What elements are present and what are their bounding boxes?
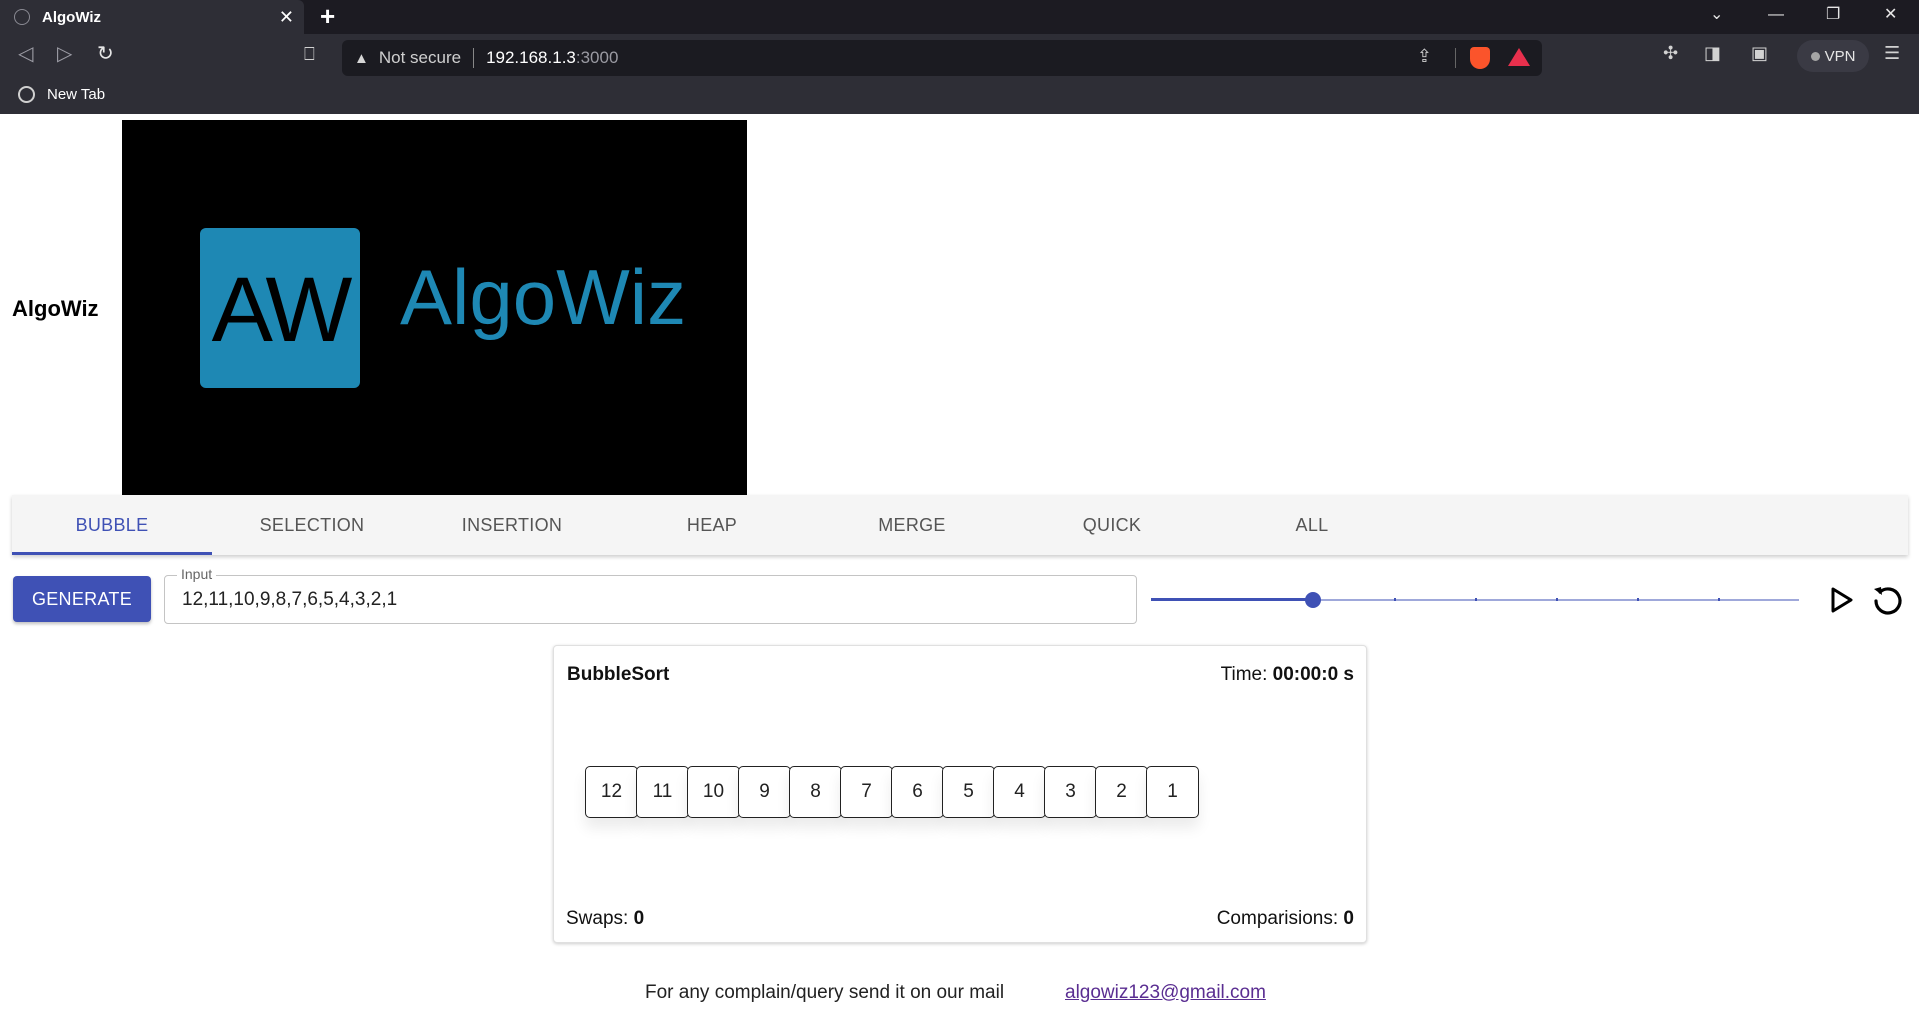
footer-email-link[interactable]: algowiz123@gmail.com [1065, 982, 1266, 1004]
share-icon[interactable]: ⇪ [1417, 46, 1432, 67]
window-close-icon[interactable]: ✕ [1884, 5, 1897, 25]
slider-mark [1556, 598, 1558, 601]
active-tab-indicator [12, 552, 212, 555]
new-tab-button[interactable]: + [320, 2, 335, 30]
tab-quick[interactable]: QUICK [1012, 495, 1212, 555]
array-cell: 6 [891, 766, 944, 818]
close-tab-icon[interactable]: ✕ [279, 7, 294, 27]
bookmark-label: New Tab [47, 86, 106, 103]
vpn-status-icon [1810, 51, 1820, 61]
array-cell: 1 [1146, 766, 1199, 818]
array-cell: 10 [687, 766, 740, 818]
time-label: Time: [1220, 664, 1273, 685]
brave-shields-icon[interactable] [1470, 47, 1490, 69]
timer: Time: 00:00:0 s [1221, 664, 1354, 686]
sort-card: BubbleSort Time: 00:00:0 s 12 11 10 9 8 7 6 5 4 3… [553, 645, 1367, 943]
play-icon[interactable] [1826, 585, 1856, 615]
slider-mark [1637, 598, 1639, 601]
array-cell: 4 [993, 766, 1046, 818]
browser-tab[interactable]: AlgoWiz ✕ [0, 0, 304, 34]
page-content: AlgoWiz AW AlgoWiz BUBBLE SELECTION INSERT… [0, 120, 1919, 1013]
slider-mark [1232, 598, 1234, 601]
tab-all[interactable]: ALL [1212, 495, 1412, 555]
slider-mark [1475, 598, 1477, 601]
comparisons-counter: Comparisions: 0 [1217, 908, 1354, 930]
minimize-icon[interactable]: — [1768, 5, 1784, 25]
tab-bubble[interactable]: BUBBLE [12, 495, 212, 555]
tab-search-icon[interactable]: ⌄ [1710, 5, 1723, 25]
comparisons-label: Comparisions: [1216, 908, 1344, 929]
url-port: :3000 [575, 48, 619, 67]
slider-thumb[interactable] [1305, 592, 1321, 608]
comparisons-value: 0 [1343, 908, 1354, 929]
array-cell: 2 [1095, 766, 1148, 818]
speed-slider[interactable] [1151, 586, 1799, 614]
url-divider [1455, 48, 1456, 68]
address-bar[interactable]: ▲ Not secure 192.168.1.3 :3000 ⇪ [342, 40, 1542, 76]
reload-icon[interactable]: ↻ [97, 42, 114, 66]
swaps-value: 0 [633, 908, 645, 929]
input-value[interactable]: 12,11,10,9,8,7,6,5,4,3,2,1 [182, 589, 397, 611]
logo-mark: AW [200, 228, 360, 388]
slider-mark [1394, 598, 1396, 601]
array-cell: 7 [840, 766, 893, 818]
footer-text: For any complain/query send it on our ma… [645, 982, 1005, 1003]
url-separator [473, 48, 475, 68]
extensions-icon[interactable]: ✣ [1663, 43, 1678, 64]
replay-icon-arrow [1874, 587, 1882, 595]
logo: AW AlgoWiz [122, 120, 747, 495]
array-cell: 3 [1044, 766, 1097, 818]
generate-button[interactable]: GENERATE [13, 576, 151, 622]
bookmark-icon[interactable]: ⎕ [304, 42, 315, 66]
array-cell: 12 [585, 766, 638, 818]
array-cell: 11 [636, 766, 689, 818]
logo-wordmark: AlgoWiz [400, 253, 687, 341]
array-cell: 9 [738, 766, 791, 818]
url-host: 192.168.1.3 [486, 48, 576, 67]
vpn-label: VPN [1824, 47, 1856, 65]
tab-selection[interactable]: SELECTION [212, 495, 412, 555]
replay-icon[interactable] [1871, 583, 1905, 617]
brand-name: AlgoWiz [12, 296, 99, 321]
array-row: 12 11 10 9 8 7 6 5 4 3 2 1 [585, 766, 1199, 818]
array-cell: 5 [942, 766, 995, 818]
wallet-icon[interactable]: ▣ [1751, 43, 1768, 64]
tab-insertion[interactable]: INSERTION [412, 495, 612, 555]
browser-tab-bar: AlgoWiz ✕ + ⌄ — ❐ ✕ [0, 0, 1919, 34]
menu-icon[interactable]: ☰ [1884, 43, 1900, 64]
forward-icon[interactable]: ▷ [57, 42, 72, 66]
card-title: BubbleSort [567, 664, 670, 685]
tab-title: AlgoWiz [42, 8, 102, 26]
algorithm-tabs: BUBBLE SELECTION INSERTION HEAP MERGE QUICK AL… [12, 495, 1908, 555]
swaps-label: Swaps: [566, 908, 634, 929]
swaps-counter: Swaps: 0 [566, 908, 644, 930]
brave-rewards-icon[interactable] [1508, 48, 1530, 66]
browser-toolbar: ◁ ▷ ↻ ⎕ ▲ Not secure 192.168.1.3 :3000 ⇪… [0, 34, 1919, 114]
play-icon-shape [1831, 587, 1853, 613]
logo-mark-text: AW [211, 259, 353, 361]
warning-icon[interactable]: ▲ [354, 50, 369, 67]
slider-mark [1718, 598, 1720, 601]
bookmark-new-tab[interactable]: New Tab [18, 86, 105, 103]
globe-icon [18, 86, 35, 103]
globe-icon [14, 9, 30, 25]
time-value: 00:00:0 s [1272, 664, 1354, 685]
tab-heap[interactable]: HEAP [612, 495, 812, 555]
input-label: Input [177, 566, 217, 582]
sidebar-icon[interactable]: ◨ [1704, 43, 1721, 64]
security-status[interactable]: Not secure [379, 48, 461, 68]
tab-merge[interactable]: MERGE [812, 495, 1012, 555]
array-cell: 8 [789, 766, 842, 818]
back-icon[interactable]: ◁ [18, 42, 33, 66]
restore-icon[interactable]: ❐ [1826, 5, 1840, 25]
vpn-button[interactable]: VPN [1797, 40, 1869, 72]
input-field[interactable]: Input 12,11,10,9,8,7,6,5,4,3,2,1 [164, 566, 1137, 624]
